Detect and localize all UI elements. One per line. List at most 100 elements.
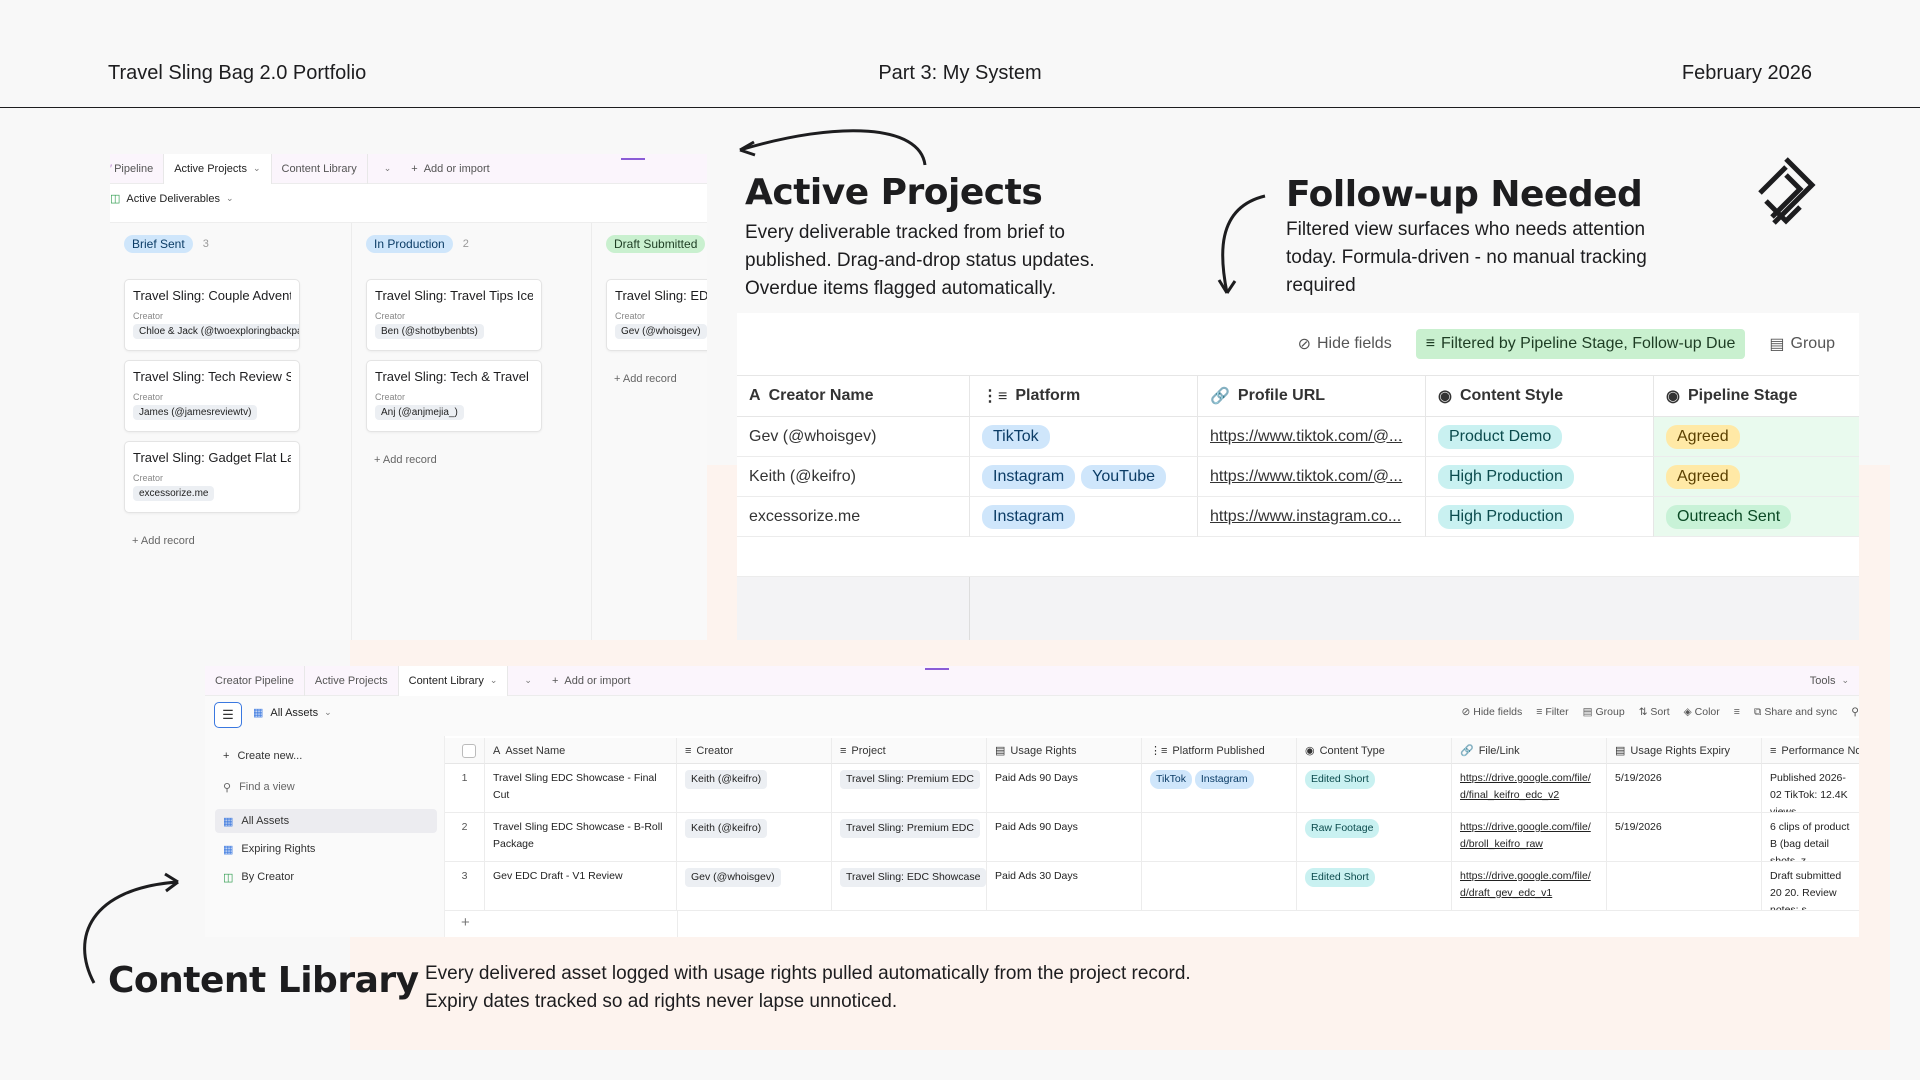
column-header[interactable]: ≡ Creator [677, 738, 832, 764]
column-header[interactable]: ◉ Content Style [1426, 375, 1654, 417]
cell-content-style[interactable]: High Production [1426, 497, 1654, 537]
sidebar-item-all-assets[interactable]: ▦ All Assets [215, 809, 437, 833]
create-view-button[interactable]: + Create new... [215, 744, 437, 768]
cell-creator[interactable]: Keith (@keifro) [677, 813, 832, 862]
column-header[interactable]: ▤ Usage Rights Expiry [1607, 738, 1762, 764]
add-or-import-button[interactable]: + Add or import [542, 666, 640, 696]
cell-file-link[interactable]: https://drive.google.com/file/d/final_ke… [1452, 764, 1607, 813]
share-sync-button[interactable]: ⧉ Share and sync [1754, 706, 1837, 719]
column-header[interactable]: ⋮≡ Platform [970, 375, 1198, 417]
empty-row[interactable] [737, 537, 1859, 577]
cell-profile-url[interactable]: https://www.tiktok.com/@... [1198, 417, 1426, 457]
cell-content-type[interactable]: Raw Footage [1297, 813, 1452, 862]
tab-content-library[interactable]: Content Library [272, 154, 368, 184]
cell-content-type[interactable]: Edited Short [1297, 764, 1452, 813]
group-button[interactable]: ▤ Group [1583, 706, 1625, 719]
column-header[interactable]: ⋮≡ Platform Published [1142, 738, 1297, 764]
sort-button[interactable]: ⇅ Sort [1639, 706, 1670, 719]
cell-project[interactable]: Travel Sling: Premium EDC [832, 764, 987, 813]
cell-usage-rights[interactable]: Paid Ads 90 Days [987, 813, 1142, 862]
cell-performance[interactable]: Draft submitted 20 20. Review notes: s [1762, 862, 1859, 911]
column-header[interactable]: ≡ Project [832, 738, 987, 764]
cell-content-style[interactable]: Product Demo [1426, 417, 1654, 457]
cell-platform[interactable]: TikTok [970, 417, 1198, 457]
sidebar-item-by-creator[interactable]: ◫ By Creator [215, 865, 437, 889]
sidebar-toggle-icon[interactable]: ☰ [214, 702, 242, 728]
cell-content-style[interactable]: High Production [1426, 457, 1654, 497]
color-button[interactable]: ◈ Color [1684, 706, 1720, 719]
record-card[interactable]: Travel Sling: Tech & Travel Re...Creator… [366, 360, 542, 432]
record-card[interactable]: Travel Sling: Travel Tips IcelandCreator… [366, 279, 542, 351]
row-height-icon[interactable]: ≡ [1734, 706, 1740, 719]
cell-asset-name[interactable]: Travel Sling EDC Showcase - B-Roll Packa… [485, 813, 677, 862]
cell-file-link[interactable]: https://drive.google.com/file/d/broll_ke… [1452, 813, 1607, 862]
record-card[interactable]: Travel Sling: Tech Review ShortCreatorJa… [124, 360, 300, 432]
cell-profile-url[interactable]: https://www.tiktok.com/@... [1198, 457, 1426, 497]
tab-active-projects[interactable]: Active Projects [305, 666, 399, 696]
record-card[interactable]: Travel Sling: Couple Adventur...CreatorC… [124, 279, 300, 351]
select-all-checkbox[interactable] [445, 738, 485, 764]
cell-creator-name[interactable]: Keith (@keifro) [737, 457, 970, 497]
cell-pipeline-stage[interactable]: Agreed [1654, 417, 1859, 457]
tabs-overflow-chevron[interactable]: ⌄ [368, 154, 402, 184]
column-header[interactable]: A Asset Name [485, 738, 677, 764]
cell-project[interactable]: Travel Sling: Premium EDC [832, 813, 987, 862]
column-header[interactable]: A Creator Name [737, 375, 970, 417]
find-view-input[interactable]: ⚲ Find a view [215, 775, 437, 799]
column-header[interactable]: ◉ Pipeline Stage [1654, 375, 1859, 417]
file-link[interactable]: https://drive.google.com/file/d/broll_ke… [1460, 821, 1591, 850]
cell-project[interactable]: Travel Sling: EDC Showcase [832, 862, 987, 911]
cell-platform[interactable]: Instagram [970, 497, 1198, 537]
hide-fields-button[interactable]: ⊘ Hide fields [1288, 328, 1402, 360]
cell-pipeline-stage[interactable]: Outreach Sent [1654, 497, 1859, 537]
cell-platform[interactable]: Instagram YouTube [970, 457, 1198, 497]
profile-link[interactable]: https://www.instagram.co... [1210, 508, 1401, 526]
tab-content-library[interactable]: Content Library ⌄ [398, 666, 509, 696]
cell-asset-name[interactable]: Travel Sling EDC Showcase - Final Cut [485, 764, 677, 813]
cell-creator-name[interactable]: Gev (@whoisgev) [737, 417, 970, 457]
cell-asset-name[interactable]: Gev EDC Draft - V1 Review [485, 862, 677, 911]
search-icon[interactable]: ⚲ [1851, 706, 1859, 719]
tab-active-projects[interactable]: Active Projects ⌄ [164, 154, 272, 184]
column-header[interactable]: ▤ Usage Rights [987, 738, 1142, 764]
filter-button[interactable]: ≡ Filter [1536, 706, 1568, 719]
cell-performance[interactable]: 6 clips of product B (bag detail shots, … [1762, 813, 1859, 862]
cell-creator[interactable]: Gev (@whoisgev) [677, 862, 832, 911]
tabs-overflow-chevron[interactable]: ⌄ [508, 666, 542, 696]
add-record-button[interactable]: + Add record [374, 454, 437, 466]
cell-creator-name[interactable]: excessorize.me [737, 497, 970, 537]
add-row-button[interactable]: + [461, 914, 470, 931]
column-header[interactable]: ◉ Content Type [1297, 738, 1452, 764]
column-header[interactable]: 🔗 Profile URL [1198, 375, 1426, 417]
cell-rights-expiry[interactable]: 5/19/2026 [1607, 813, 1762, 862]
filter-button[interactable]: ≡ Filtered by Pipeline Stage, Follow-up D… [1415, 329, 1746, 359]
profile-link[interactable]: https://www.tiktok.com/@... [1210, 428, 1402, 446]
column-header[interactable]: ≡ Performance No [1762, 738, 1859, 764]
tools-menu[interactable]: Tools ⌄ [1800, 666, 1859, 696]
cell-usage-rights[interactable]: Paid Ads 90 Days [987, 764, 1142, 813]
record-card[interactable]: Travel Sling: ED Creator Gev (@whoisgev) [606, 279, 707, 351]
cell-platform-published[interactable]: TikTok Instagram [1142, 764, 1297, 813]
cell-platform-published[interactable] [1142, 813, 1297, 862]
file-link[interactable]: https://drive.google.com/file/d/final_ke… [1460, 772, 1591, 801]
tab-creator-pipeline[interactable]: Creator Pipeline [205, 666, 305, 696]
cell-content-type[interactable]: Edited Short [1297, 862, 1452, 911]
cell-profile-url[interactable]: https://www.instagram.co... [1198, 497, 1426, 537]
cell-performance[interactable]: Published 2026-02 TikTok: 12.4K views [1762, 764, 1859, 813]
file-link[interactable]: https://drive.google.com/file/d/draft_ge… [1460, 870, 1591, 899]
cell-usage-rights[interactable]: Paid Ads 30 Days [987, 862, 1142, 911]
add-record-button[interactable]: + Add record [132, 535, 195, 547]
add-or-import-button[interactable]: + Add or import [401, 154, 499, 184]
profile-link[interactable]: https://www.tiktok.com/@... [1210, 468, 1402, 486]
group-button[interactable]: ▤ Group [1759, 328, 1845, 360]
view-selector[interactable]: ◫ Active Deliverables ⌄ [110, 192, 234, 206]
column-header[interactable]: 🔗 File/Link [1452, 738, 1607, 764]
cell-rights-expiry[interactable] [1607, 862, 1762, 911]
sidebar-item-expiring-rights[interactable]: ▦ Expiring Rights [215, 837, 437, 861]
cell-rights-expiry[interactable]: 5/19/2026 [1607, 764, 1762, 813]
record-card[interactable]: Travel Sling: Gadget Flat Lay Creator exce… [124, 441, 300, 513]
cell-pipeline-stage[interactable]: Agreed [1654, 457, 1859, 497]
resize-handle[interactable] [621, 158, 645, 160]
view-selector[interactable]: ▦ All Assets ⌄ [253, 706, 332, 720]
cell-creator[interactable]: Keith (@keifro) [677, 764, 832, 813]
